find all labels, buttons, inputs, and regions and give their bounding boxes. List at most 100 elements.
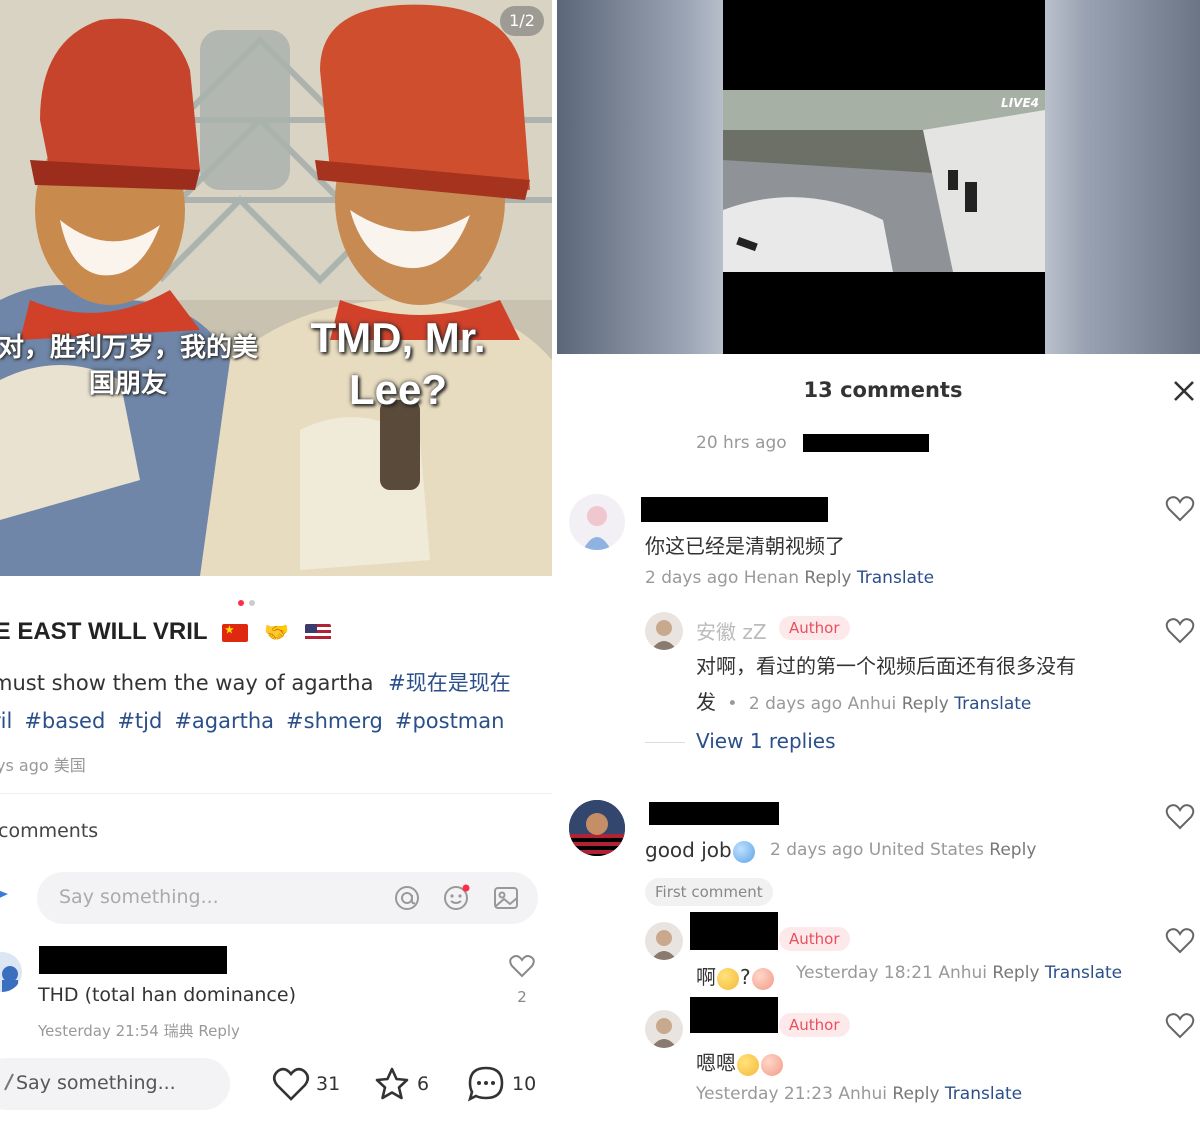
handshake-icon: 🤝 xyxy=(264,622,289,645)
heart-icon xyxy=(272,1067,310,1101)
comment-count: comments xyxy=(0,820,99,842)
reply-text-content: 啊 xyxy=(696,965,716,989)
redacted-username xyxy=(649,802,779,825)
reply-text-line2: 发 xyxy=(696,690,716,714)
comment-time-location: 2 days ago United States xyxy=(770,840,984,860)
video-channel-label: LIVE4 xyxy=(1001,96,1039,110)
smile-emoji-icon xyxy=(737,1053,759,1076)
post-title: IE EAST WILL VRIL 🤝 xyxy=(0,618,339,647)
reply-button[interactable]: Reply xyxy=(892,1084,939,1104)
redacted-username xyxy=(39,946,227,974)
author-avatar[interactable] xyxy=(645,1010,683,1048)
author-badge: Author xyxy=(779,927,850,951)
post-text: must show them the way of agartha xyxy=(0,671,374,695)
reply-button[interactable]: Reply xyxy=(992,963,1039,983)
post-time: 20 hrs ago xyxy=(696,433,787,453)
post-body: must show them the way of agartha #现在是现在… xyxy=(0,664,552,740)
hashtag[interactable]: #tjd xyxy=(117,709,162,733)
redacted-username xyxy=(690,912,778,950)
poster-caption-chinese: 对，胜利万岁，我的美国朋友 xyxy=(0,333,259,399)
reply-meta: Yesterday 21:23 Anhui Reply Translate xyxy=(696,1084,1022,1104)
comment-meta: 2 days ago United States Reply xyxy=(770,840,1036,860)
comment-text: good job xyxy=(645,838,756,863)
like-count: 31 xyxy=(316,1073,341,1095)
translate-button[interactable]: Translate xyxy=(857,568,934,588)
post-image[interactable]: 1/2 对，胜利万岁，我的美国朋友 TMD, Mr. Lee? xyxy=(0,0,552,576)
view-replies-link[interactable]: View 1 replies xyxy=(696,729,836,753)
reply-text: 啊? xyxy=(696,961,775,990)
reply-time-location: 2 days ago Anhui xyxy=(748,694,897,714)
emoji-icon[interactable] xyxy=(442,884,470,912)
heart-icon[interactable] xyxy=(1165,927,1195,955)
heart-icon[interactable] xyxy=(1165,1012,1195,1040)
author-avatar[interactable] xyxy=(645,612,683,650)
hashtag[interactable]: #based xyxy=(24,709,105,733)
comment-text: 你这已经是清朝视频了 xyxy=(645,534,845,558)
mention-icon[interactable] xyxy=(393,884,421,912)
comment-meta: 2 days ago Henan Reply Translate xyxy=(645,568,934,588)
reply-button[interactable]: Reply xyxy=(902,694,949,714)
comment-input-placeholder: Say something... xyxy=(59,886,219,908)
bottom-comment-placeholder: Say something... xyxy=(16,1072,176,1094)
us-flag-icon xyxy=(305,624,332,643)
image-upload-icon[interactable] xyxy=(492,884,520,912)
translate-button[interactable]: Translate xyxy=(945,1084,1022,1104)
baby-face-emoji-icon xyxy=(751,967,774,990)
reply-button[interactable]: Reply xyxy=(989,840,1036,860)
translate-button[interactable]: Translate xyxy=(954,694,1031,714)
video-frame: LIVE4 xyxy=(723,90,1045,272)
comment-input[interactable]: Say something... xyxy=(37,872,538,924)
chat-bubble-icon xyxy=(467,1066,504,1102)
author-badge: Author xyxy=(779,616,850,640)
video-thumbnail xyxy=(723,90,1045,272)
comment-input-row: Say something... xyxy=(0,870,552,926)
reply-time-location: Yesterday 21:23 Anhui xyxy=(696,1084,888,1104)
heart-icon[interactable] xyxy=(1165,617,1195,645)
hashtag[interactable]: ril xyxy=(0,709,12,733)
reply-text-line1: 对啊，看过的第一个视频后面还有很多没有 xyxy=(696,654,1076,678)
reply-text-suffix: ? xyxy=(740,965,751,989)
hashtag[interactable]: #shmerg xyxy=(286,709,383,733)
image-counter: 1/2 xyxy=(500,6,544,36)
reply-username[interactable]: 安徽 zZ xyxy=(696,616,767,645)
comment-text: THD (total han dominance) xyxy=(38,984,296,1006)
video-player[interactable]: LIVE4 xyxy=(723,0,1045,354)
comment-text-content: good job xyxy=(645,838,732,862)
heart-icon[interactable] xyxy=(508,954,536,982)
reply-meta: 发 • 2 days ago Anhui Reply Translate xyxy=(696,690,1032,714)
weary-face-emoji-icon xyxy=(717,967,739,990)
author-avatar[interactable] xyxy=(645,922,683,960)
user-avatar-icon xyxy=(0,880,10,910)
redacted-text xyxy=(803,434,929,452)
heart-icon[interactable] xyxy=(1165,803,1195,831)
pager-dot-active xyxy=(238,600,244,606)
bottom-comment-input[interactable]: Say something... xyxy=(0,1058,230,1110)
hashtag[interactable]: #agartha xyxy=(174,709,274,733)
post-time: ys ago 美国 xyxy=(0,756,86,775)
like-button[interactable]: 31 xyxy=(272,1064,340,1104)
post-title-text: IE EAST WILL VRIL xyxy=(0,618,208,645)
reply-text: 嗯嗯 xyxy=(696,1047,784,1076)
commenter-avatar[interactable] xyxy=(569,800,625,856)
reply-meta: Yesterday 18:21 Anhui Reply Translate xyxy=(796,963,1122,983)
heart-icon[interactable] xyxy=(1165,495,1195,523)
bottom-action-bar: Say something... 31 6 10 xyxy=(0,1050,552,1138)
post-title-emojis: 🤝 xyxy=(221,619,339,647)
reply-button[interactable]: Reply xyxy=(804,568,851,588)
first-comment-badge: First comment xyxy=(645,878,773,906)
divider xyxy=(645,742,685,743)
commenter-avatar[interactable] xyxy=(0,952,22,992)
close-icon[interactable] xyxy=(1169,376,1199,406)
star-icon xyxy=(375,1067,409,1100)
poster-caption-english: TMD, Mr. Lee? xyxy=(310,314,486,413)
favorite-button[interactable]: 6 xyxy=(373,1064,429,1104)
hashtag[interactable]: #postman xyxy=(395,709,505,733)
commenter-avatar[interactable] xyxy=(569,494,625,550)
translate-button[interactable]: Translate xyxy=(1045,963,1122,983)
comment-item: THD (total han dominance) Yesterday 21:5… xyxy=(0,940,552,1050)
hashtag[interactable]: #现在是现在 xyxy=(388,671,511,695)
comment-time-location: 2 days ago Henan xyxy=(645,568,799,588)
redacted-username xyxy=(641,497,828,522)
comments-button[interactable]: 10 xyxy=(466,1064,536,1104)
redacted-username xyxy=(690,997,778,1033)
